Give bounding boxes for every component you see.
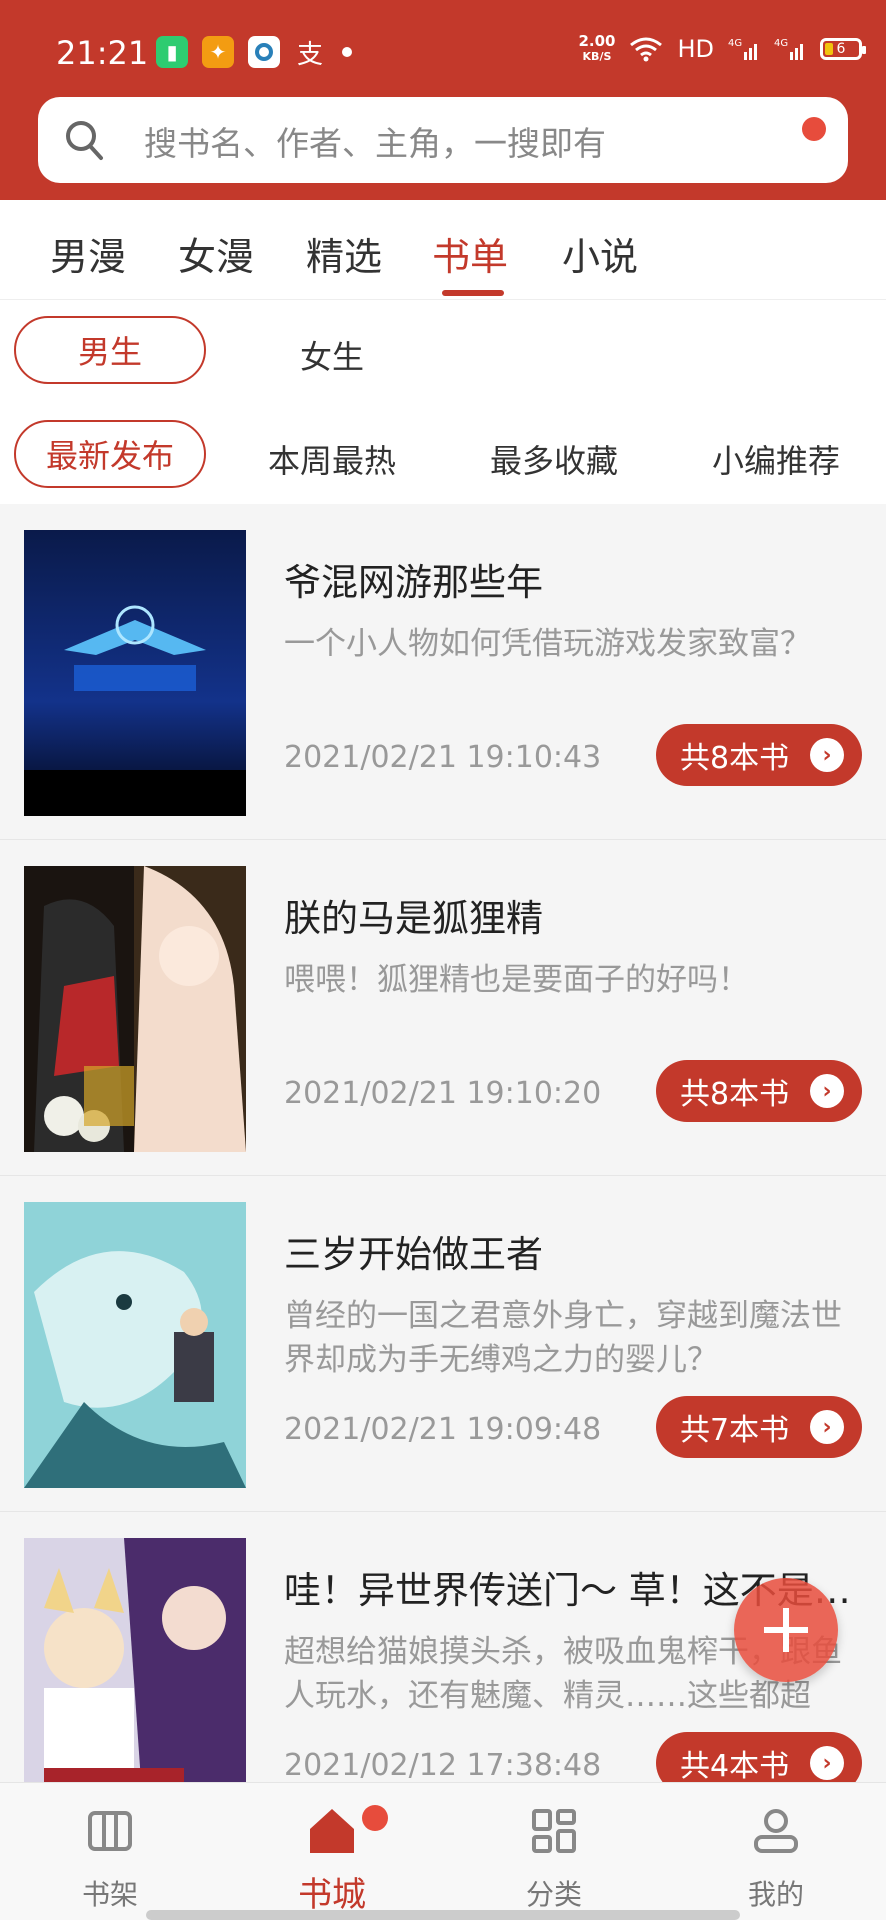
tab-female-comics[interactable]: 女漫	[178, 226, 254, 281]
search-icon	[66, 121, 103, 160]
bottom-nav: 书架 书城 分类 我的	[0, 1782, 886, 1920]
chevron-right-icon: ›	[810, 1746, 844, 1780]
gender-female-button[interactable]: 女生	[300, 332, 364, 378]
sort-most-favorited-button[interactable]: 最多收藏	[490, 436, 618, 482]
grid-icon	[532, 1809, 576, 1853]
status-bar: 21:21 ▮ ✦ 支 2.00 KB/S HD 4G 4G 6	[0, 28, 886, 78]
list-date: 2021/02/21 19:09:48	[284, 1412, 602, 1447]
uc-browser-icon: ✦	[202, 36, 234, 68]
category-tabs: 男漫 女漫 精选 书单 小说	[0, 200, 886, 300]
app-circle-icon	[248, 36, 280, 68]
cover-glory-art	[24, 530, 246, 816]
book-count-button[interactable]: 共8本书 ›	[656, 724, 862, 786]
more-notifications-dot	[342, 47, 352, 57]
chevron-right-icon: ›	[810, 1410, 844, 1444]
system-indicators: 2.00 KB/S HD 4G 4G 6	[578, 32, 866, 64]
nav-bookshelf[interactable]: 书架	[20, 1783, 200, 1920]
cover-fox-spirit-art	[24, 866, 246, 1152]
tab-male-comics[interactable]: 男漫	[50, 226, 126, 281]
book-count-button[interactable]: 共7本书 ›	[656, 1396, 862, 1458]
sort-editor-picks-button[interactable]: 小编推荐	[712, 436, 840, 482]
signal-4g-icon-2: 4G	[774, 38, 803, 60]
svg-text:4G: 4G	[774, 38, 788, 49]
nav-profile[interactable]: 我的	[686, 1783, 866, 1920]
svg-text:4G: 4G	[728, 38, 742, 49]
signal-4g-icon: 4G	[728, 38, 757, 60]
list-title: 爷混网游那些年	[284, 561, 543, 604]
notification-icons: ▮ ✦ 支	[156, 36, 352, 70]
search-bar[interactable]: 搜书名、作者、主角，一搜即有	[38, 97, 848, 183]
tab-novels[interactable]: 小说	[562, 226, 638, 281]
tab-booklists[interactable]: 书单	[432, 226, 508, 281]
tab-featured[interactable]: 精选	[306, 226, 382, 281]
battery-app-icon: ▮	[156, 36, 188, 68]
network-speed: 2.00 KB/S	[578, 32, 616, 64]
list-date: 2021/02/21 19:10:43	[284, 740, 602, 775]
nav-bookstore[interactable]: 书城	[242, 1783, 422, 1920]
list-item[interactable]: 朕的马是狐狸精 喂喂！狐狸精也是要面子的好吗！ 2021/02/21 19:10…	[0, 840, 886, 1176]
list-title: 朕的马是狐狸精	[284, 897, 543, 940]
search-notification-dot	[802, 117, 826, 141]
list-title: 三岁开始做王者	[284, 1233, 543, 1276]
wifi-icon	[630, 37, 663, 62]
user-icon	[754, 1809, 798, 1853]
list-description: 曾经的一国之君意外身亡，穿越到魔法世界却成为手无缚鸡之力的婴儿？	[284, 1298, 842, 1378]
filter-panel: 男生 女生 最新发布 本周最热 最多收藏 小编推荐	[0, 300, 886, 504]
cover-dragon-art	[24, 1202, 246, 1488]
list-date: 2021/02/12 17:38:48	[284, 1748, 602, 1783]
gender-male-button[interactable]: 男生	[14, 316, 206, 384]
chevron-right-icon: ›	[810, 1074, 844, 1108]
home-icon	[310, 1809, 354, 1853]
bookshelf-icon	[88, 1811, 132, 1851]
chevron-right-icon: ›	[810, 738, 844, 772]
sort-weekly-hot-button[interactable]: 本周最热	[268, 436, 396, 482]
cover-image	[24, 530, 246, 816]
battery-icon: 6	[820, 38, 866, 60]
status-time: 21:21	[56, 34, 149, 72]
home-indicator[interactable]	[146, 1910, 740, 1920]
search-input[interactable]: 搜书名、作者、主角，一搜即有	[144, 117, 606, 165]
book-count-button[interactable]: 共8本书 ›	[656, 1060, 862, 1122]
plus-icon	[764, 1608, 808, 1652]
add-button[interactable]	[734, 1578, 838, 1682]
list-description: 一个小人物如何凭借玩游戏发家致富？	[284, 626, 811, 662]
list-description: 喂喂！狐狸精也是要面子的好吗！	[284, 962, 749, 998]
list-item[interactable]: 三岁开始做王者 曾经的一国之君意外身亡，穿越到魔法世界却成为手无缚鸡之力的婴儿？…	[0, 1176, 886, 1512]
list-item[interactable]: 爷混网游那些年 一个小人物如何凭借玩游戏发家致富？ 2021/02/21 19:…	[0, 504, 886, 840]
cover-image	[24, 866, 246, 1152]
bookstore-badge-dot	[362, 1805, 388, 1831]
cover-image	[24, 1202, 246, 1488]
hd-icon: HD	[677, 35, 714, 63]
alipay-icon: 支	[296, 39, 323, 70]
nav-categories[interactable]: 分类	[464, 1783, 644, 1920]
sort-latest-button[interactable]: 最新发布	[14, 420, 206, 488]
header-bar: 21:21 ▮ ✦ 支 2.00 KB/S HD 4G 4G 6 搜书名、作者、…	[0, 0, 886, 200]
list-date: 2021/02/21 19:10:20	[284, 1076, 602, 1111]
active-tab-indicator	[442, 290, 504, 296]
